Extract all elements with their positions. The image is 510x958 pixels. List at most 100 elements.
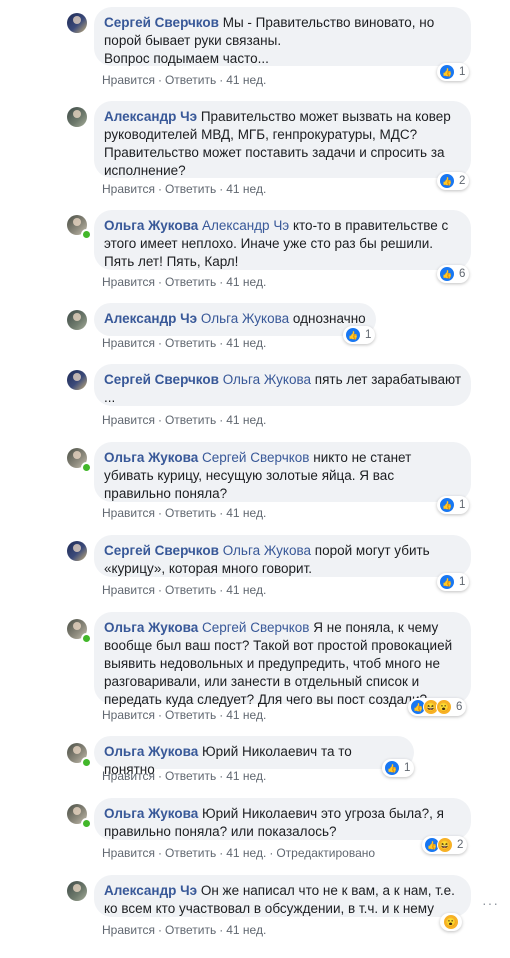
comment-actions: Нравится · Ответить · 41 нед. bbox=[102, 182, 266, 196]
comment-actions: Нравится · Ответить · 41 нед. bbox=[102, 413, 266, 427]
separator: · bbox=[157, 846, 162, 860]
comment-author[interactable]: Ольга Жукова bbox=[104, 620, 198, 635]
like-link[interactable]: Нравится bbox=[102, 583, 155, 597]
reaction-summary[interactable]: 👍 1 bbox=[437, 496, 470, 514]
avatar[interactable] bbox=[67, 370, 87, 390]
reply-link[interactable]: Ответить bbox=[165, 769, 216, 783]
comment-text: однозначно bbox=[292, 311, 366, 326]
comment-bubble: Ольга Жукова Юрий Николаевич это угроза … bbox=[94, 798, 471, 840]
reply-link[interactable]: Ответить bbox=[165, 336, 216, 350]
comment-author[interactable]: Александр Чэ bbox=[104, 109, 197, 124]
timestamp[interactable]: 41 нед. bbox=[226, 182, 266, 196]
reaction-count: 1 bbox=[404, 762, 411, 774]
comment-author[interactable]: Ольга Жукова bbox=[104, 806, 198, 821]
online-status-dot bbox=[81, 633, 92, 644]
mention-link[interactable]: Александр Чэ bbox=[202, 218, 289, 233]
reaction-summary[interactable]: 👍 😆 😮 6 bbox=[408, 698, 467, 716]
reaction-count: 1 bbox=[459, 499, 466, 511]
like-link[interactable]: Нравится bbox=[102, 275, 155, 289]
reaction-summary[interactable]: 👍 1 bbox=[437, 573, 470, 591]
mention-link[interactable]: Ольга Жукова bbox=[201, 311, 289, 326]
comment-author[interactable]: Александр Чэ bbox=[104, 311, 197, 326]
comment-text: правильно поняла? или показалось? bbox=[104, 824, 337, 839]
mention-link[interactable]: Сергей Сверчков bbox=[202, 620, 309, 635]
reply-link[interactable]: Ответить bbox=[165, 708, 216, 722]
avatar[interactable] bbox=[67, 541, 87, 561]
avatar[interactable] bbox=[67, 881, 87, 901]
timestamp[interactable]: 41 нед. bbox=[226, 583, 266, 597]
like-link[interactable]: Нравится bbox=[102, 73, 155, 87]
reply-link[interactable]: Ответить bbox=[165, 275, 216, 289]
timestamp[interactable]: 41 нед. bbox=[226, 769, 266, 783]
timestamp[interactable]: 41 нед. bbox=[226, 275, 266, 289]
mention-link[interactable]: Ольга Жукова bbox=[223, 543, 311, 558]
reply-link[interactable]: Ответить bbox=[165, 182, 216, 196]
avatar[interactable] bbox=[67, 310, 87, 330]
separator: · bbox=[219, 182, 224, 196]
reaction-summary[interactable]: 👍 😆 2 bbox=[422, 836, 468, 854]
reply-link[interactable]: Ответить bbox=[165, 923, 216, 937]
avatar[interactable] bbox=[67, 107, 87, 127]
like-link[interactable]: Нравится bbox=[102, 846, 155, 860]
separator: · bbox=[157, 275, 162, 289]
comment-author[interactable]: Ольга Жукова bbox=[104, 218, 198, 233]
comment-author[interactable]: Ольга Жукова bbox=[104, 450, 198, 465]
like-link[interactable]: Нравится bbox=[102, 923, 155, 937]
like-link[interactable]: Нравится bbox=[102, 708, 155, 722]
reaction-summary[interactable]: 👍 1 bbox=[437, 63, 470, 81]
reaction-summary[interactable]: 👍 6 bbox=[437, 265, 470, 283]
edited-label[interactable]: Отредактировано bbox=[276, 846, 375, 860]
reply-link[interactable]: Ответить bbox=[165, 846, 216, 860]
like-icon: 👍 bbox=[384, 760, 400, 776]
timestamp[interactable]: 41 нед. bbox=[226, 506, 266, 520]
avatar[interactable] bbox=[67, 13, 87, 33]
separator: · bbox=[219, 923, 224, 937]
comment-author[interactable]: Сергей Сверчков bbox=[104, 543, 219, 558]
reaction-summary[interactable]: 👍 1 bbox=[382, 759, 415, 777]
comment-text: убивать курицу, несущую золотые яйца. Я … bbox=[104, 468, 395, 483]
like-link[interactable]: Нравится bbox=[102, 182, 155, 196]
comment-bubble: Александр Чэ Правительство может вызвать… bbox=[94, 101, 471, 178]
reaction-summary[interactable]: 👍 1 bbox=[343, 326, 376, 344]
like-link[interactable]: Нравится bbox=[102, 506, 155, 520]
timestamp[interactable]: 41 нед. bbox=[226, 708, 266, 722]
timestamp[interactable]: 41 нед. bbox=[226, 413, 266, 427]
separator: · bbox=[219, 336, 224, 350]
mention-link[interactable]: Ольга Жукова bbox=[223, 372, 311, 387]
separator: · bbox=[219, 769, 224, 783]
like-link[interactable]: Нравится bbox=[102, 769, 155, 783]
comment-text: выявить недовольных и предупредить, чтоб… bbox=[104, 656, 440, 671]
online-status-dot bbox=[81, 757, 92, 768]
comment-text: Я не поняла, к чему bbox=[313, 620, 439, 635]
reply-link[interactable]: Ответить bbox=[165, 413, 216, 427]
wow-icon: 😮 bbox=[436, 699, 452, 715]
comment-bubble: Ольга Жукова Сергей Сверчков никто не ст… bbox=[94, 442, 471, 502]
like-link[interactable]: Нравится bbox=[102, 336, 155, 350]
online-status-dot bbox=[81, 229, 92, 240]
reply-link[interactable]: Ответить bbox=[165, 73, 216, 87]
comment-text: Мы - Правительство виновато, но bbox=[222, 15, 435, 30]
comment-actions: Нравится · Ответить · 41 нед. bbox=[102, 73, 266, 87]
comment-author[interactable]: Сергей Сверчков bbox=[104, 15, 219, 30]
timestamp[interactable]: 41 нед. bbox=[226, 923, 266, 937]
comment-author[interactable]: Александр Чэ bbox=[104, 883, 197, 898]
timestamp[interactable]: 41 нед. bbox=[226, 336, 266, 350]
comment-actions: Нравится · Ответить · 41 нед. bbox=[102, 336, 266, 350]
reaction-count: 2 bbox=[457, 839, 464, 851]
like-link[interactable]: Нравится bbox=[102, 413, 155, 427]
reaction-summary[interactable]: 😮 bbox=[440, 913, 462, 931]
mention-link[interactable]: Сергей Сверчков bbox=[202, 450, 309, 465]
comment-text: Юрий Николаевич это угроза была?, я bbox=[202, 806, 444, 821]
comment-actions: Нравится · Ответить · 41 нед. bbox=[102, 923, 266, 937]
separator: · bbox=[219, 708, 224, 722]
separator: · bbox=[157, 413, 162, 427]
timestamp[interactable]: 41 нед. bbox=[226, 846, 266, 860]
separator: · bbox=[157, 182, 162, 196]
reply-link[interactable]: Ответить bbox=[165, 506, 216, 520]
more-options-icon[interactable]: ··· bbox=[482, 895, 499, 911]
timestamp[interactable]: 41 нед. bbox=[226, 73, 266, 87]
comment-author[interactable]: Сергей Сверчков bbox=[104, 372, 219, 387]
reply-link[interactable]: Ответить bbox=[165, 583, 216, 597]
reaction-summary[interactable]: 👍 2 bbox=[437, 172, 470, 190]
comment-author[interactable]: Ольга Жукова bbox=[104, 744, 198, 759]
